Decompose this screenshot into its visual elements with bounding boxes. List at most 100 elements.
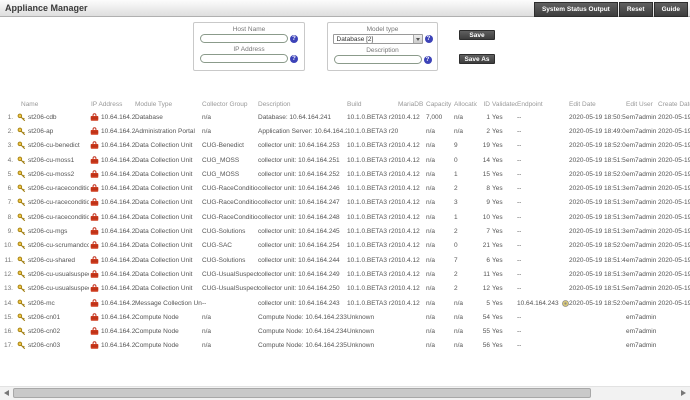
cell-mariadb: 10.4.12 — [398, 282, 426, 296]
save-button[interactable]: Save — [459, 30, 495, 40]
toolbox-icon[interactable] — [90, 241, 99, 250]
toolbox-icon[interactable] — [90, 227, 99, 236]
key-icon[interactable] — [17, 141, 26, 150]
table-row: 4.st206-cu-moss110.64.164.251Data Collec… — [0, 153, 690, 167]
help-icon[interactable]: ? — [290, 35, 298, 43]
cell-module: Data Collection Unit — [135, 167, 202, 181]
cell-edit_date: 2020-05-19 18:50:55 — [569, 110, 626, 124]
cell-text-edit_date: 2020-05-19 18:52:04 — [569, 242, 626, 249]
save-as-button[interactable]: Save As — [459, 54, 495, 64]
scroll-left-arrow-icon[interactable] — [4, 390, 9, 396]
cell-edit_user: em7admin — [626, 253, 658, 267]
cell-text-edit_date: 2020-05-19 18:51:58 — [569, 157, 626, 164]
cell-text-edit_user: em7admin — [626, 285, 656, 292]
key-icon[interactable] — [17, 156, 26, 165]
hostname-ip-panel: Host Name ? IP Address ? — [193, 22, 305, 71]
key-icon[interactable] — [17, 113, 26, 122]
key-icon[interactable] — [17, 213, 26, 222]
toolbox-icon[interactable] — [90, 299, 99, 308]
host-name-input[interactable] — [200, 34, 288, 43]
col-header-desc[interactable]: Description — [258, 98, 347, 110]
toolbox-icon[interactable] — [90, 156, 99, 165]
cell-mariadb: 10.4.12 — [398, 267, 426, 281]
cell-text-edit_date: 2020-05-19 18:52:01 — [569, 171, 626, 178]
col-header-ip[interactable]: IP Address — [89, 98, 135, 110]
chevron-down-icon[interactable] — [413, 35, 422, 43]
toolbox-icon[interactable] — [90, 284, 99, 293]
cell-text-validated: Yes — [492, 342, 503, 349]
col-header-endpoint[interactable]: Endpoint — [517, 98, 569, 110]
table-row: 16.st206-cn0210.64.164.234Compute Noden/… — [0, 324, 690, 338]
toolbox-icon[interactable] — [90, 327, 99, 336]
col-header-cug[interactable]: Collector Group — [202, 98, 258, 110]
cell-text-ip: 10.64.164.243 — [101, 300, 135, 307]
col-header-build[interactable]: Build — [347, 98, 398, 110]
key-icon[interactable] — [17, 227, 26, 236]
system-icon[interactable] — [561, 299, 569, 308]
col-header-mariadb[interactable]: MariaDB — [398, 98, 426, 110]
cell-capacity: n/a — [426, 153, 454, 167]
col-header-edit_user[interactable]: Edit User — [626, 98, 658, 110]
cell-text-alloc: 0 — [454, 157, 458, 164]
key-icon[interactable] — [17, 299, 26, 308]
help-icon[interactable]: ? — [425, 35, 433, 43]
toolbox-icon[interactable] — [90, 213, 99, 222]
col-header-validated[interactable]: Validated — [492, 98, 517, 110]
col-header-capacity[interactable]: Capacity — [426, 98, 454, 110]
cell-capacity: n/a — [426, 196, 454, 210]
guide-button[interactable]: Guide — [654, 2, 688, 17]
toolbox-icon[interactable] — [90, 113, 99, 122]
key-icon[interactable] — [17, 184, 26, 193]
col-header-create_date[interactable]: Create Date — [658, 98, 690, 110]
cell-num: 6. — [0, 181, 16, 195]
cell-text-endpoint: -- — [517, 271, 521, 278]
toolbox-icon[interactable] — [90, 198, 99, 207]
key-icon[interactable] — [17, 270, 26, 279]
key-icon[interactable] — [17, 241, 26, 250]
col-header-edit_date[interactable]: Edit Date — [569, 98, 626, 110]
help-icon[interactable]: ? — [424, 56, 432, 64]
toolbox-icon[interactable] — [90, 127, 99, 136]
help-icon[interactable]: ? — [290, 55, 298, 63]
toolbox-icon[interactable] — [90, 313, 99, 322]
key-icon[interactable] — [17, 198, 26, 207]
model-type-select[interactable]: Database [2] — [333, 34, 423, 44]
toolbox-icon[interactable] — [90, 256, 99, 265]
toolbox-icon[interactable] — [90, 270, 99, 279]
cell-text-desc: collector unit: 10.64.164.247 — [258, 199, 340, 206]
toolbox-icon[interactable] — [90, 341, 99, 350]
toolbox-icon[interactable] — [90, 141, 99, 150]
cell-text-ip: 10.64.164.245 — [101, 228, 135, 235]
cell-text-endpoint: -- — [517, 171, 521, 178]
key-icon[interactable] — [17, 170, 26, 179]
col-header-module[interactable]: Module Type — [135, 98, 202, 110]
scroll-right-arrow-icon[interactable] — [681, 390, 686, 396]
cell-text-id: 11 — [483, 271, 490, 278]
col-header-name[interactable]: Name — [16, 98, 89, 110]
key-icon[interactable] — [17, 341, 26, 350]
key-icon[interactable] — [17, 256, 26, 265]
key-icon[interactable] — [17, 313, 26, 322]
cell-module: Data Collection Unit — [135, 139, 202, 153]
cell-text-num: 9. — [8, 228, 13, 235]
cell-text-cug: n/a — [202, 314, 211, 321]
key-icon[interactable] — [17, 127, 26, 136]
ip-address-input[interactable] — [200, 54, 288, 63]
horizontal-scrollbar[interactable] — [0, 386, 690, 400]
cell-name: st206-cu-shared — [16, 253, 89, 267]
key-icon[interactable] — [17, 327, 26, 336]
cell-text-name: st206-cu-mgs — [28, 228, 67, 235]
col-header-alloc[interactable]: Allocation — [454, 98, 477, 110]
cell-edit_date — [569, 324, 626, 338]
toolbox-icon[interactable] — [90, 184, 99, 193]
reset-button[interactable]: Reset — [619, 2, 653, 17]
col-header-id[interactable]: ID — [477, 98, 492, 110]
key-icon[interactable] — [17, 284, 26, 293]
cell-text-module: Compute Node — [135, 328, 179, 335]
description-input[interactable] — [334, 55, 422, 64]
cell-text-module: Data Collection Unit — [135, 228, 192, 235]
cell-alloc: 9 — [454, 139, 477, 153]
system-status-output-button[interactable]: System Status Output — [534, 2, 618, 17]
toolbox-icon[interactable] — [90, 170, 99, 179]
scrollbar-thumb[interactable] — [13, 388, 591, 398]
